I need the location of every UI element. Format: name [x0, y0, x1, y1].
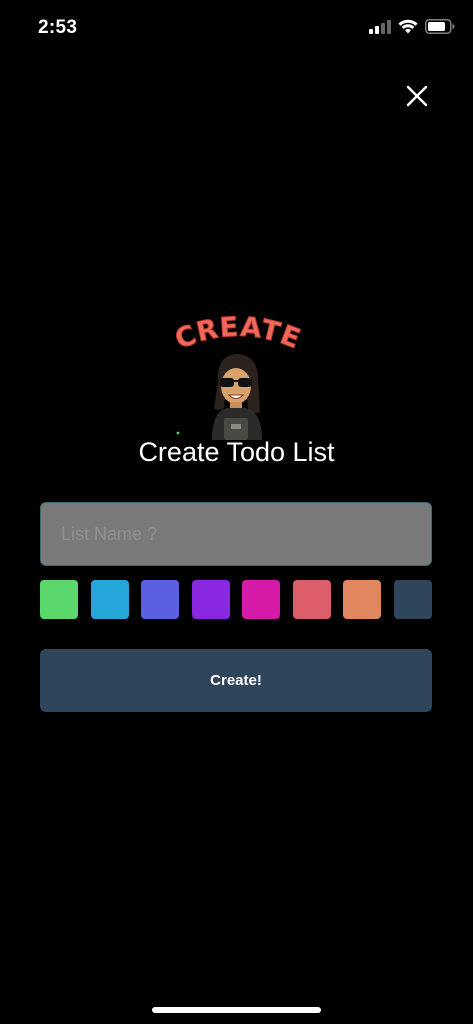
color-swatch-cyan[interactable]: [90, 580, 129, 619]
close-icon: [406, 85, 428, 107]
battery-icon: [425, 19, 455, 39]
color-swatches: [40, 580, 432, 619]
status-time: 2:53: [38, 17, 78, 38]
close-button[interactable]: [400, 79, 434, 113]
color-swatch-red[interactable]: [292, 580, 331, 619]
color-swatch-green[interactable]: [40, 580, 78, 619]
page-title: Create Todo List: [138, 437, 335, 467]
create-button[interactable]: Create!: [40, 649, 432, 712]
color-swatch-navy[interactable]: [393, 580, 432, 619]
home-indicator: [152, 1007, 321, 1013]
color-swatch-indigo[interactable]: [141, 580, 180, 619]
status-icons: [369, 19, 455, 39]
color-swatch-magenta[interactable]: [242, 580, 281, 619]
cellular-signal-icon: [369, 19, 391, 39]
wifi-icon: [398, 19, 418, 39]
create-sticker: CREATE: [168, 311, 308, 440]
color-swatch-purple[interactable]: [191, 580, 230, 619]
list-name-input[interactable]: [40, 502, 432, 566]
status-bar: 2:53: [0, 0, 473, 58]
sticker-text: CREATE: [171, 312, 305, 356]
color-swatch-orange[interactable]: [343, 580, 382, 619]
